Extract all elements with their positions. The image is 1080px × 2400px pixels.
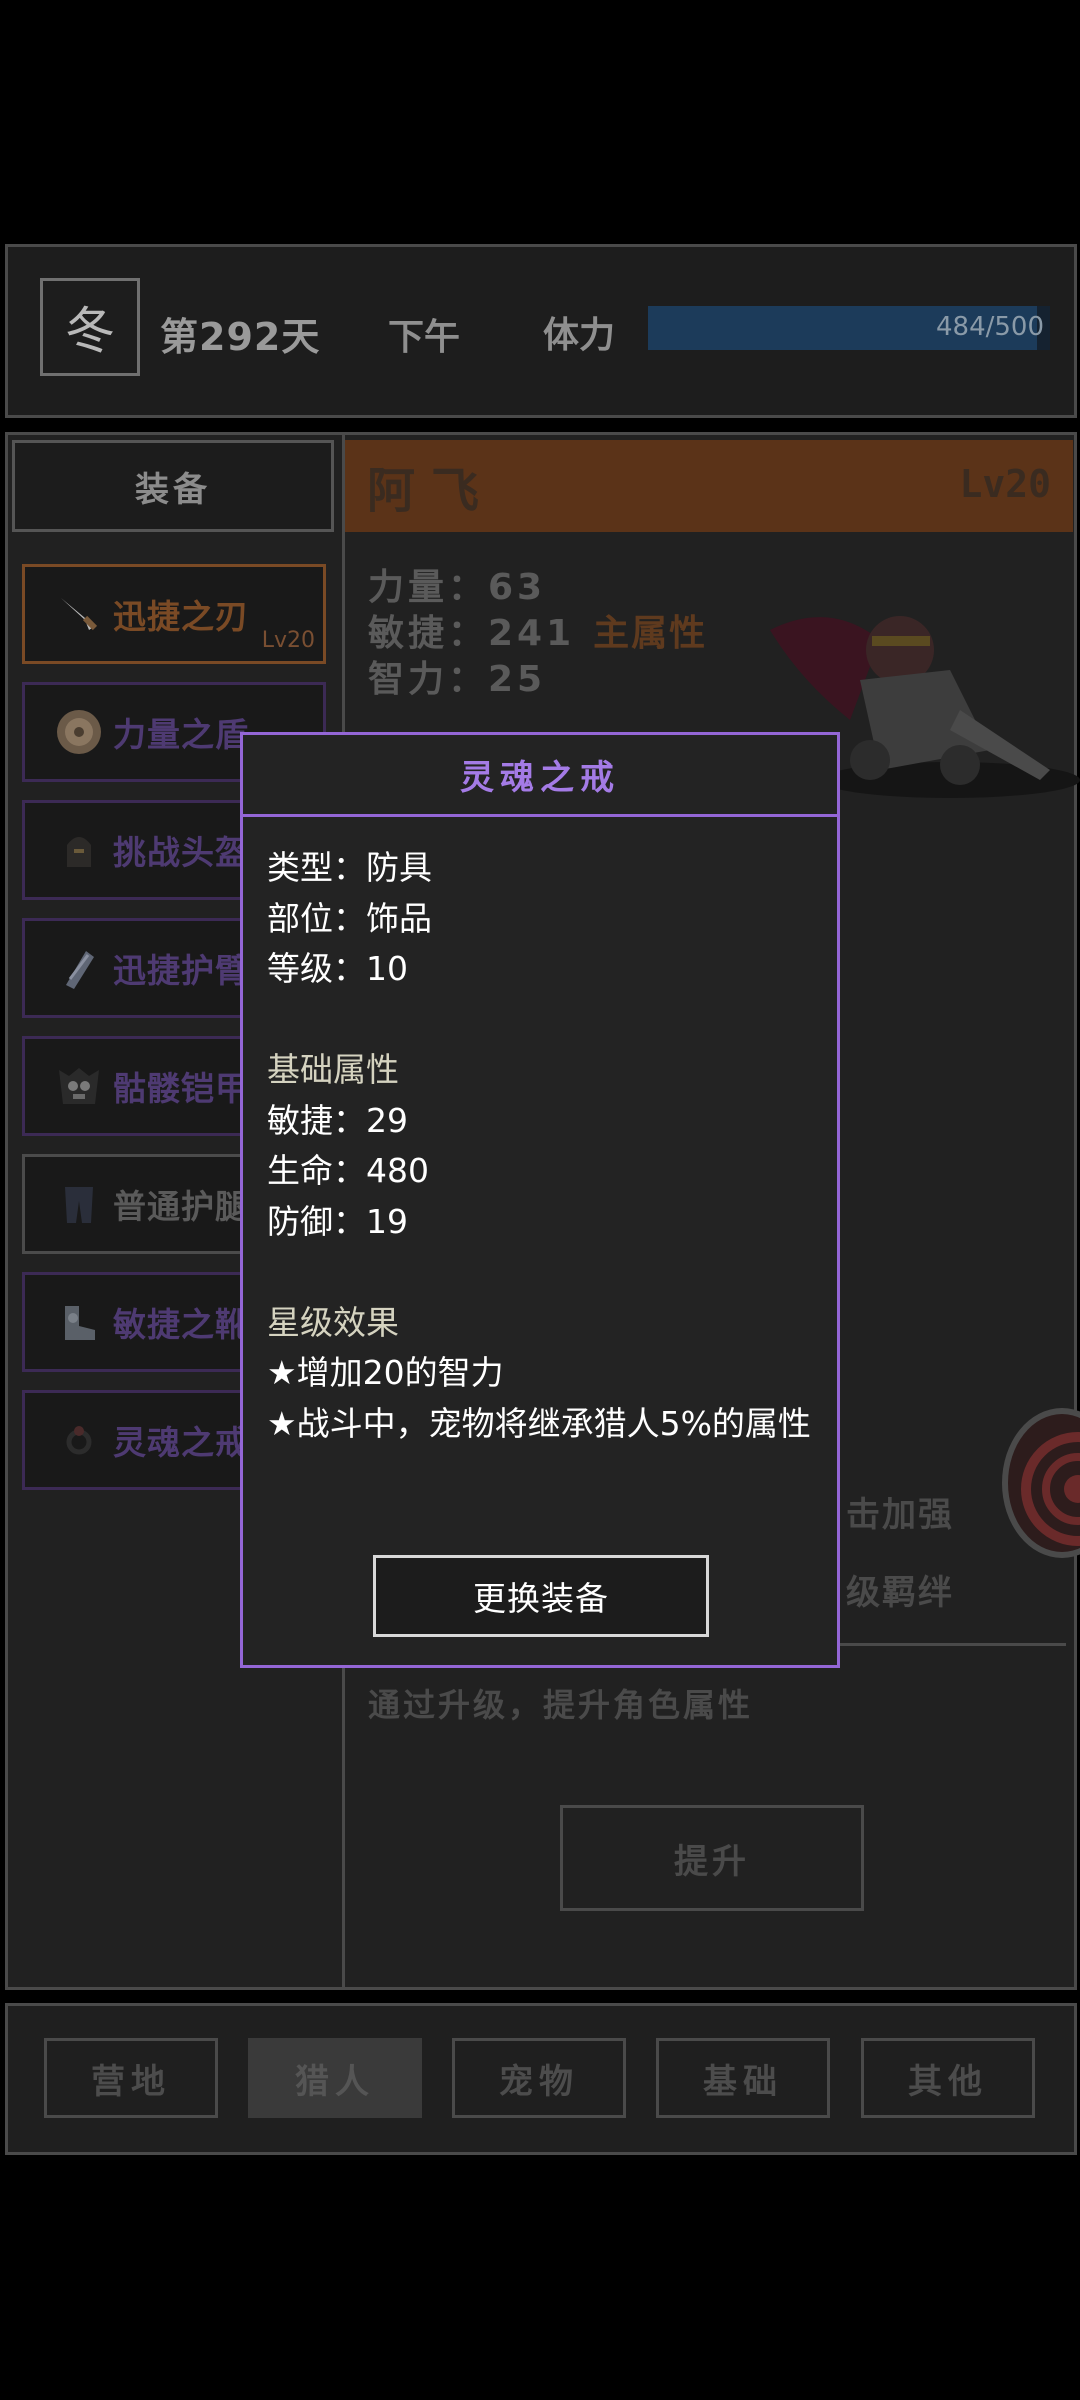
nav-camp[interactable]: 营地: [44, 2038, 218, 2118]
equip-slot-name: 灵魂之戒: [113, 1423, 249, 1462]
stat-agility: 敏捷：241: [368, 613, 576, 654]
equip-slot-name: 挑战头盔: [113, 833, 249, 872]
nav-other[interactable]: 其他: [861, 2038, 1035, 2118]
item-level: 等级：10: [267, 949, 408, 988]
stat-agility-row: 敏捷：241 主属性: [368, 604, 707, 656]
day-counter: 第292天: [160, 315, 321, 359]
stat-intelligence: 智力：25: [368, 659, 547, 700]
base-stats-header: 基础属性: [267, 1050, 399, 1089]
bracer-icon: [53, 942, 105, 994]
item-detail-modal: 灵魂之戒 类型：防具 部位：饰品 等级：10 基础属性 敏捷：29 生命：480…: [240, 732, 840, 1668]
nav-basic[interactable]: 基础: [656, 2038, 830, 2118]
equip-slot-weapon[interactable]: 迅捷之刃 Lv20: [22, 564, 326, 664]
stamina-label: 体力: [543, 315, 616, 356]
stamina-bar: 484/500: [648, 306, 1050, 350]
upgrade-hint: 通过升级，提升角色属性: [368, 1686, 754, 1724]
shield-icon: [53, 706, 105, 758]
star-effect-2: ★战斗中，宠物将继承猎人5%的属性: [267, 1403, 811, 1443]
equip-slot-name: 普通护腿: [113, 1187, 249, 1226]
helmet-icon: [53, 824, 105, 876]
equip-slot-name: 迅捷护臂: [113, 951, 249, 990]
item-type: 类型：防具: [267, 848, 432, 887]
boots-icon: [53, 1296, 105, 1348]
equip-slot-name: 迅捷之刃: [113, 597, 249, 636]
hero-name: 阿飞: [367, 463, 496, 519]
stamina-value: 484/500: [935, 312, 1044, 342]
star-effect-1: ★增加20的智力: [267, 1353, 504, 1392]
stat-strength: 力量：63: [368, 567, 547, 608]
base-stat-hp: 生命：480: [267, 1151, 429, 1190]
main-attribute-tag: 主属性: [593, 613, 708, 654]
leggings-icon: [53, 1178, 105, 1230]
equipment-title: 装备: [12, 440, 334, 532]
skill-line-1: 击加强: [846, 1495, 954, 1535]
item-slot: 部位：饰品: [267, 898, 432, 938]
nav-pet[interactable]: 宠物: [452, 2038, 626, 2118]
equip-slot-name: 力量之盾: [113, 715, 249, 754]
season-badge: 冬: [40, 278, 140, 376]
nav-hunter[interactable]: 猎人: [248, 2038, 422, 2118]
star-effects-header: 星级效果: [267, 1302, 399, 1342]
base-stat-agility: 敏捷：29: [267, 1100, 408, 1140]
modal-body: 类型：防具 部位：饰品 等级：10 基础属性 敏捷：29 生命：480 防御：1…: [267, 843, 819, 1449]
skull-armor-icon: [53, 1060, 105, 1112]
equip-slot-name: 敏捷之靴: [113, 1305, 249, 1344]
ring-icon: [53, 1414, 105, 1466]
dagger-icon: [53, 588, 105, 640]
change-equipment-button[interactable]: 更换装备: [373, 1555, 709, 1637]
equip-slot-level: Lv20: [261, 628, 315, 653]
time-of-day: 下午: [388, 317, 461, 358]
base-stat-defense: 防御：19: [267, 1201, 408, 1241]
hero-header: 阿飞 Lv20: [345, 440, 1073, 532]
modal-title: 灵魂之戒: [243, 735, 837, 817]
skill-line-2: 级羁绊: [846, 1573, 954, 1613]
upgrade-button[interactable]: 提升: [560, 1805, 864, 1911]
hero-level: Lv20: [959, 462, 1051, 506]
equip-slot-name: 骷髅铠甲: [113, 1069, 249, 1108]
